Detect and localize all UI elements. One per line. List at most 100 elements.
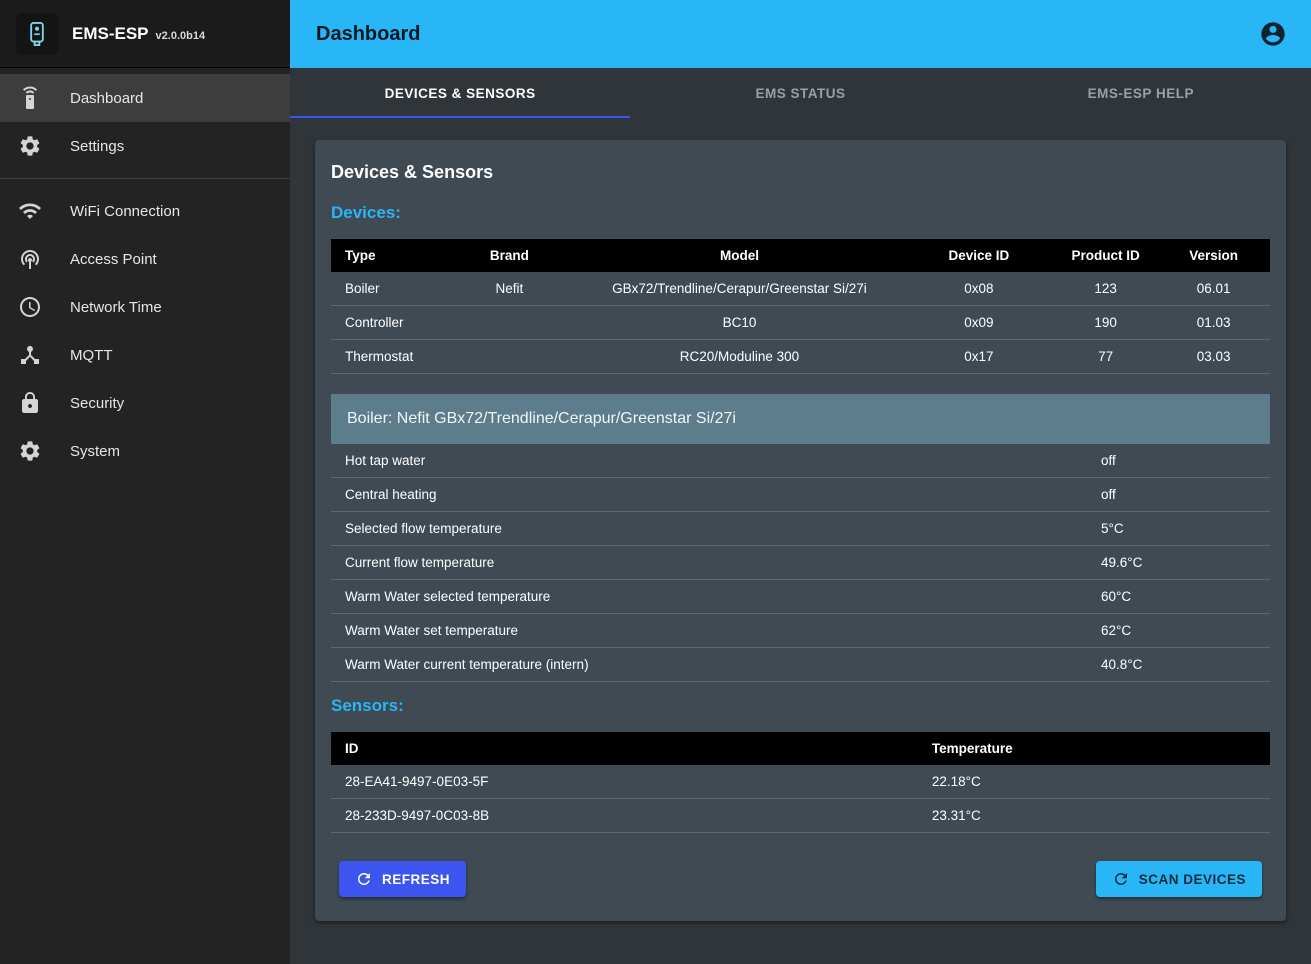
column-header: Version — [1157, 239, 1270, 272]
list-item: Warm Water selected temperature 60°C — [331, 580, 1270, 614]
sidebar-item-label: MQTT — [70, 347, 113, 364]
device-hub-icon — [18, 343, 42, 367]
account-icon[interactable] — [1259, 20, 1287, 48]
column-header: Type — [331, 239, 444, 272]
column-header: Brand — [444, 239, 575, 272]
refresh-button[interactable]: REFRESH — [339, 861, 466, 897]
cell-product-id: 123 — [1054, 272, 1157, 306]
boiler-section-header: Boiler: Nefit GBx72/Trendline/Cerapur/Gr… — [331, 394, 1270, 444]
table-row: 28-EA41-9497-0E03-5F 22.18°C — [331, 765, 1270, 799]
value-text: 40.8°C — [1101, 648, 1270, 682]
refresh-button-label: REFRESH — [382, 872, 450, 887]
card-actions: REFRESH SCAN DEVICES — [331, 861, 1270, 897]
table-row: Controller BC10 0x09 190 01.03 — [331, 306, 1270, 340]
page-title: Dashboard — [316, 23, 420, 46]
scan-devices-button[interactable]: SCAN DEVICES — [1096, 861, 1262, 897]
sensors-table-header: ID Temperature — [331, 732, 1270, 765]
column-header: Temperature — [918, 732, 1270, 765]
value-text: 62°C — [1101, 614, 1270, 648]
main-column: Dashboard DEVICES & SENSORS EMS STATUS E… — [290, 0, 1311, 964]
column-header: ID — [331, 732, 918, 765]
app-name: EMS-ESP — [72, 24, 149, 44]
table-row: Boiler Nefit GBx72/Trendline/Cerapur/Gre… — [331, 272, 1270, 306]
content-area: Devices & Sensors Devices: Type Brand Mo… — [290, 118, 1311, 964]
sidebar-item-label: System — [70, 443, 120, 460]
cell-product-id: 190 — [1054, 306, 1157, 340]
wifi-icon — [18, 199, 42, 223]
sidebar-item-system[interactable]: System — [0, 427, 290, 475]
cell-model: GBx72/Trendline/Cerapur/Greenstar Si/27i — [575, 272, 904, 306]
value-label: Warm Water selected temperature — [331, 580, 1101, 614]
tab-bar: DEVICES & SENSORS EMS STATUS EMS-ESP HEL… — [290, 68, 1311, 118]
refresh-icon — [355, 870, 373, 888]
cell-temperature: 23.31°C — [918, 799, 1270, 833]
sidebar-nav: Dashboard Settings WiFi Connection Acces — [0, 68, 290, 475]
cell-version: 01.03 — [1157, 306, 1270, 340]
sidebar-item-label: Dashboard — [70, 90, 143, 107]
table-row: Thermostat RC20/Moduline 300 0x17 77 03.… — [331, 340, 1270, 374]
app-version: v2.0.0b14 — [156, 30, 206, 42]
cell-temperature: 22.18°C — [918, 765, 1270, 799]
sidebar: EMS-ESP v2.0.0b14 Dashboard Settings — [0, 0, 290, 964]
cell-type: Boiler — [331, 272, 444, 306]
value-text: 49.6°C — [1101, 546, 1270, 580]
sidebar-item-network-time[interactable]: Network Time — [0, 283, 290, 331]
value-text: 60°C — [1101, 580, 1270, 614]
sidebar-item-label: Access Point — [70, 251, 157, 268]
tab-ems-esp-help[interactable]: EMS-ESP HELP — [971, 68, 1311, 118]
list-item: Hot tap water off — [331, 444, 1270, 478]
sidebar-item-label: Network Time — [70, 299, 162, 316]
sidebar-item-label: Settings — [70, 138, 124, 155]
gear-icon — [18, 439, 42, 463]
sidebar-item-access-point[interactable]: Access Point — [0, 235, 290, 283]
sidebar-item-settings[interactable]: Settings — [0, 122, 290, 170]
cell-sensor-id: 28-EA41-9497-0E03-5F — [331, 765, 918, 799]
value-label: Warm Water set temperature — [331, 614, 1101, 648]
cell-version: 03.03 — [1157, 340, 1270, 374]
sensors-heading: Sensors: — [331, 696, 1270, 716]
devices-heading: Devices: — [331, 203, 1270, 223]
cell-brand — [444, 306, 575, 340]
app-title: EMS-ESP v2.0.0b14 — [72, 24, 205, 44]
cell-device-id: 0x08 — [904, 272, 1054, 306]
cell-device-id: 0x17 — [904, 340, 1054, 374]
list-item: Warm Water set temperature 62°C — [331, 614, 1270, 648]
tab-ems-status[interactable]: EMS STATUS — [630, 68, 970, 118]
boiler-values-table: Hot tap water off Central heating off Se… — [331, 444, 1270, 682]
sidebar-item-label: Security — [70, 395, 124, 412]
app-bar: Dashboard — [290, 0, 1311, 68]
sidebar-header: EMS-ESP v2.0.0b14 — [0, 0, 290, 68]
wifi-tethering-icon — [18, 247, 42, 271]
value-label: Hot tap water — [331, 444, 1101, 478]
remote-icon — [18, 86, 42, 110]
cell-product-id: 77 — [1054, 340, 1157, 374]
cell-version: 06.01 — [1157, 272, 1270, 306]
sidebar-item-mqtt[interactable]: MQTT — [0, 331, 290, 379]
lock-icon — [18, 391, 42, 415]
cell-brand — [444, 340, 575, 374]
list-item: Central heating off — [331, 478, 1270, 512]
gear-icon — [18, 134, 42, 158]
scan-devices-button-label: SCAN DEVICES — [1139, 872, 1246, 887]
value-text: off — [1101, 444, 1270, 478]
value-label: Current flow temperature — [331, 546, 1101, 580]
app-root: EMS-ESP v2.0.0b14 Dashboard Settings — [0, 0, 1311, 964]
cell-model: BC10 — [575, 306, 904, 340]
list-item: Selected flow temperature 5°C — [331, 512, 1270, 546]
sidebar-item-dashboard[interactable]: Dashboard — [0, 74, 290, 122]
cell-type: Thermostat — [331, 340, 444, 374]
value-label: Selected flow temperature — [331, 512, 1101, 546]
clock-icon — [18, 295, 42, 319]
sensors-table: ID Temperature 28-EA41-9497-0E03-5F 22.1… — [331, 732, 1270, 833]
column-header: Device ID — [904, 239, 1054, 272]
column-header: Model — [575, 239, 904, 272]
sidebar-item-security[interactable]: Security — [0, 379, 290, 427]
value-label: Warm Water current temperature (intern) — [331, 648, 1101, 682]
value-text: 5°C — [1101, 512, 1270, 546]
tab-devices-sensors[interactable]: DEVICES & SENSORS — [290, 68, 630, 118]
cell-model: RC20/Moduline 300 — [575, 340, 904, 374]
cell-type: Controller — [331, 306, 444, 340]
sidebar-divider — [0, 178, 290, 179]
sidebar-item-wifi-connection[interactable]: WiFi Connection — [0, 187, 290, 235]
refresh-icon — [1112, 870, 1130, 888]
